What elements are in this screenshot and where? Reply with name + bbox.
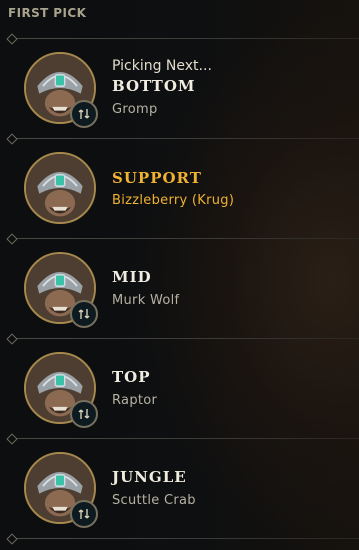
divider xyxy=(6,533,359,545)
champion-portrait-icon xyxy=(26,154,94,222)
role-label: BOTTOM xyxy=(112,77,196,95)
summoner-name: Scuttle Crab xyxy=(112,493,196,508)
slot-bottom[interactable]: Picking Next... BOTTOM Gromp xyxy=(0,40,359,136)
swap-arrows-icon xyxy=(78,409,90,419)
picking-next-label: Picking Next... xyxy=(112,58,212,74)
swap-button[interactable] xyxy=(70,500,98,528)
divider xyxy=(6,433,359,445)
role-label: MID xyxy=(112,268,152,286)
swap-arrows-icon xyxy=(78,509,90,519)
slot-support[interactable]: SUPPORT Bizzleberry (Krug) xyxy=(0,140,359,236)
divider xyxy=(6,233,359,245)
summoner-name: Raptor xyxy=(112,393,158,408)
role-label: SUPPORT xyxy=(112,169,202,187)
pick-panel: FIRST PICK Picking Next... BOTTOM Gromp xyxy=(0,0,359,550)
champion-avatar xyxy=(24,152,96,224)
slot-top[interactable]: TOP Raptor xyxy=(0,340,359,436)
role-label: JUNGLE xyxy=(112,468,187,486)
role-label: TOP xyxy=(112,368,151,386)
summoner-name: Gromp xyxy=(112,102,158,117)
slot-mid[interactable]: MID Murk Wolf xyxy=(0,240,359,336)
swap-button[interactable] xyxy=(70,300,98,328)
swap-button[interactable] xyxy=(70,400,98,428)
swap-arrows-icon xyxy=(78,109,90,119)
swap-arrows-icon xyxy=(78,309,90,319)
section-title: FIRST PICK xyxy=(8,6,87,20)
summoner-name: Bizzleberry (Krug) xyxy=(112,193,235,208)
summoner-name: Murk Wolf xyxy=(112,293,180,308)
divider xyxy=(6,333,359,345)
divider xyxy=(6,33,359,45)
divider xyxy=(6,133,359,145)
swap-button[interactable] xyxy=(70,100,98,128)
slot-jungle[interactable]: JUNGLE Scuttle Crab xyxy=(0,440,359,536)
